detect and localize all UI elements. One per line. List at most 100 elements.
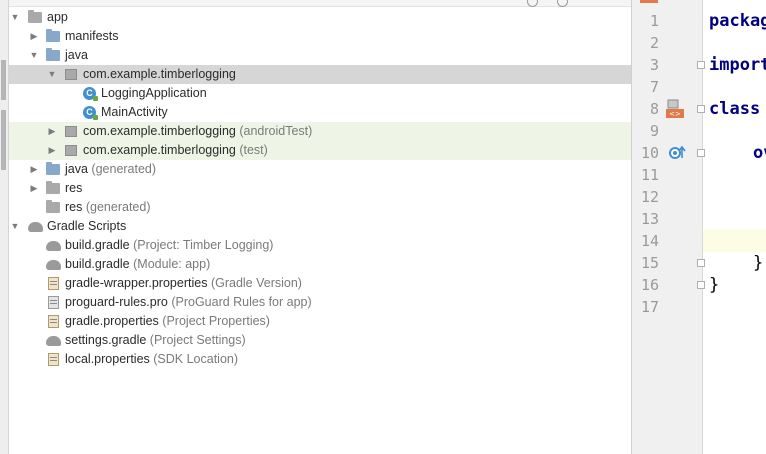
tree-item-res[interactable]: ▶ res bbox=[9, 179, 631, 198]
package-icon bbox=[65, 125, 79, 138]
svg-text:<>: <> bbox=[669, 110, 681, 118]
tree-item-label: LoggingApplication bbox=[101, 86, 207, 100]
tree-item-res-generated[interactable]: res (generated) bbox=[9, 198, 631, 217]
line-number: 10 bbox=[640, 144, 659, 162]
package-icon bbox=[65, 68, 79, 81]
properties-file-icon bbox=[48, 353, 62, 366]
chevron-right-icon[interactable]: ▶ bbox=[29, 160, 39, 179]
override-method-icon[interactable] bbox=[668, 144, 686, 162]
code-editor[interactable]: 1 2 3 7 8 9 10 11 12 13 14 15 16 17 <> p… bbox=[631, 0, 766, 454]
properties-file-icon bbox=[48, 277, 62, 290]
settings-icon[interactable] bbox=[527, 0, 538, 7]
tree-item-label-group: settings.gradle (Project Settings) bbox=[65, 331, 246, 350]
collapse-icon[interactable] bbox=[557, 0, 568, 7]
line-number: 13 bbox=[640, 210, 659, 228]
folder-icon bbox=[46, 29, 60, 43]
tree-item-local-properties[interactable]: local.properties (SDK Location) bbox=[9, 350, 631, 369]
line-number: 3 bbox=[649, 56, 659, 74]
line-number: 14 bbox=[640, 232, 659, 250]
tree-item-manifests[interactable]: ▶ manifests bbox=[9, 27, 631, 46]
tree-item-label: res bbox=[65, 200, 83, 214]
fold-marker-icon[interactable] bbox=[697, 105, 705, 113]
fold-marker-icon[interactable] bbox=[697, 281, 705, 289]
tree-item-label: com.example.timberlogging bbox=[83, 124, 236, 138]
class-icon: C bbox=[83, 87, 98, 101]
fold-marker-icon[interactable] bbox=[697, 259, 705, 267]
tree-item-app[interactable]: ▼ app bbox=[9, 8, 631, 27]
code-line-class[interactable]: class bbox=[709, 98, 760, 120]
tree-item-package-test[interactable]: ▶ com.example.timberlogging (test) bbox=[9, 141, 631, 160]
line-number: 12 bbox=[640, 188, 659, 206]
chevron-down-icon[interactable]: ▼ bbox=[29, 46, 39, 65]
tree-item-label-group: build.gradle (Project: Timber Logging) bbox=[65, 236, 273, 255]
tree-item-label-group: java (generated) bbox=[65, 160, 156, 179]
tool-window-strip[interactable] bbox=[0, 0, 9, 454]
tree-item-build-gradle-project[interactable]: build.gradle (Project: Timber Logging) bbox=[9, 236, 631, 255]
android-manifest-icon[interactable]: <> bbox=[665, 99, 685, 119]
tree-item-hint: (ProGuard Rules for app) bbox=[171, 295, 312, 309]
chevron-right-icon[interactable]: ▶ bbox=[29, 27, 39, 46]
line-number: 1 bbox=[649, 12, 659, 30]
tree-item-settings-gradle[interactable]: settings.gradle (Project Settings) bbox=[9, 331, 631, 350]
class-icon: C bbox=[83, 106, 98, 120]
text-file-icon bbox=[48, 296, 62, 309]
tree-item-label: settings.gradle bbox=[65, 333, 147, 347]
tree-item-label-group: proguard-rules.pro (ProGuard Rules for a… bbox=[65, 293, 312, 312]
line-number: 2 bbox=[649, 34, 659, 52]
fold-marker-icon[interactable] bbox=[697, 149, 705, 157]
tree-item-label: Gradle Scripts bbox=[47, 219, 127, 233]
tree-item-label: proguard-rules.pro bbox=[65, 295, 168, 309]
gradle-file-icon bbox=[46, 258, 61, 271]
tree-item-label: res bbox=[65, 181, 83, 195]
chevron-right-icon[interactable]: ▶ bbox=[47, 141, 57, 160]
tree-item-hint: (Project Settings) bbox=[149, 333, 246, 347]
chevron-down-icon[interactable]: ▼ bbox=[10, 8, 20, 27]
tree-item-label: build.gradle bbox=[65, 257, 130, 271]
tree-item-label: gradle-wrapper.properties bbox=[65, 276, 208, 290]
tree-item-label: build.gradle bbox=[65, 238, 130, 252]
code-line-close-brace[interactable]: } bbox=[753, 252, 763, 274]
tree-item-hint: (Project Properties) bbox=[162, 314, 270, 328]
tree-item-label-group: local.properties (SDK Location) bbox=[65, 350, 238, 369]
tree-item-gradle-wrapper-properties[interactable]: gradle-wrapper.properties (Gradle Versio… bbox=[9, 274, 631, 293]
strip-tab-marker[interactable] bbox=[1, 110, 6, 170]
tree-item-label: MainActivity bbox=[101, 105, 168, 119]
tree-item-gradle-properties[interactable]: gradle.properties (Project Properties) bbox=[9, 312, 631, 331]
tree-item-package-main[interactable]: ▼ com.example.timberlogging bbox=[9, 65, 631, 84]
tree-item-java[interactable]: ▼ java bbox=[9, 46, 631, 65]
line-number: 16 bbox=[640, 276, 659, 294]
code-line-override[interactable]: ov bbox=[753, 142, 766, 164]
code-line-close-brace[interactable]: } bbox=[709, 274, 719, 296]
tree-item-label: com.example.timberlogging bbox=[83, 143, 236, 157]
editor-tab-indicator[interactable] bbox=[640, 0, 658, 3]
tree-item-logging-application[interactable]: C LoggingApplication bbox=[9, 84, 631, 103]
tree-item-hint: (test) bbox=[239, 143, 268, 157]
tree-item-build-gradle-module[interactable]: build.gradle (Module: app) bbox=[9, 255, 631, 274]
tree-item-label-group: com.example.timberlogging (test) bbox=[83, 141, 268, 160]
tree-item-package-android-test[interactable]: ▶ com.example.timberlogging (androidTest… bbox=[9, 122, 631, 141]
chevron-down-icon[interactable]: ▼ bbox=[10, 217, 20, 236]
fold-marker-icon[interactable] bbox=[697, 61, 705, 69]
project-tree: ▼ app ▶ manifests ▼ java ▼ com.example.t… bbox=[9, 8, 631, 369]
tree-item-java-generated[interactable]: ▶ java (generated) bbox=[9, 160, 631, 179]
strip-tab-marker[interactable] bbox=[1, 60, 6, 100]
tree-item-label: manifests bbox=[65, 29, 119, 43]
chevron-right-icon[interactable]: ▶ bbox=[47, 122, 57, 141]
tree-item-label-group: res (generated) bbox=[65, 198, 150, 217]
line-number: 9 bbox=[649, 122, 659, 140]
chevron-down-icon[interactable]: ▼ bbox=[47, 65, 57, 84]
code-line-package[interactable]: packag bbox=[709, 10, 766, 32]
tree-item-gradle-scripts[interactable]: ▼ Gradle Scripts bbox=[9, 217, 631, 236]
editor-gutter[interactable]: 1 2 3 7 8 9 10 11 12 13 14 15 16 17 <> bbox=[632, 0, 703, 454]
tree-item-hint: (Module: app) bbox=[133, 257, 211, 271]
tree-item-hint: (generated) bbox=[91, 162, 157, 176]
tree-item-label: gradle.properties bbox=[65, 314, 159, 328]
chevron-right-icon[interactable]: ▶ bbox=[29, 179, 39, 198]
tree-item-label-group: build.gradle (Module: app) bbox=[65, 255, 210, 274]
tree-item-hint: (Gradle Version) bbox=[210, 276, 302, 290]
code-line-import[interactable]: import bbox=[709, 54, 766, 76]
package-icon bbox=[65, 144, 79, 157]
tree-item-main-activity[interactable]: C MainActivity bbox=[9, 103, 631, 122]
tree-item-proguard-rules[interactable]: proguard-rules.pro (ProGuard Rules for a… bbox=[9, 293, 631, 312]
tree-item-label-group: gradle-wrapper.properties (Gradle Versio… bbox=[65, 274, 302, 293]
